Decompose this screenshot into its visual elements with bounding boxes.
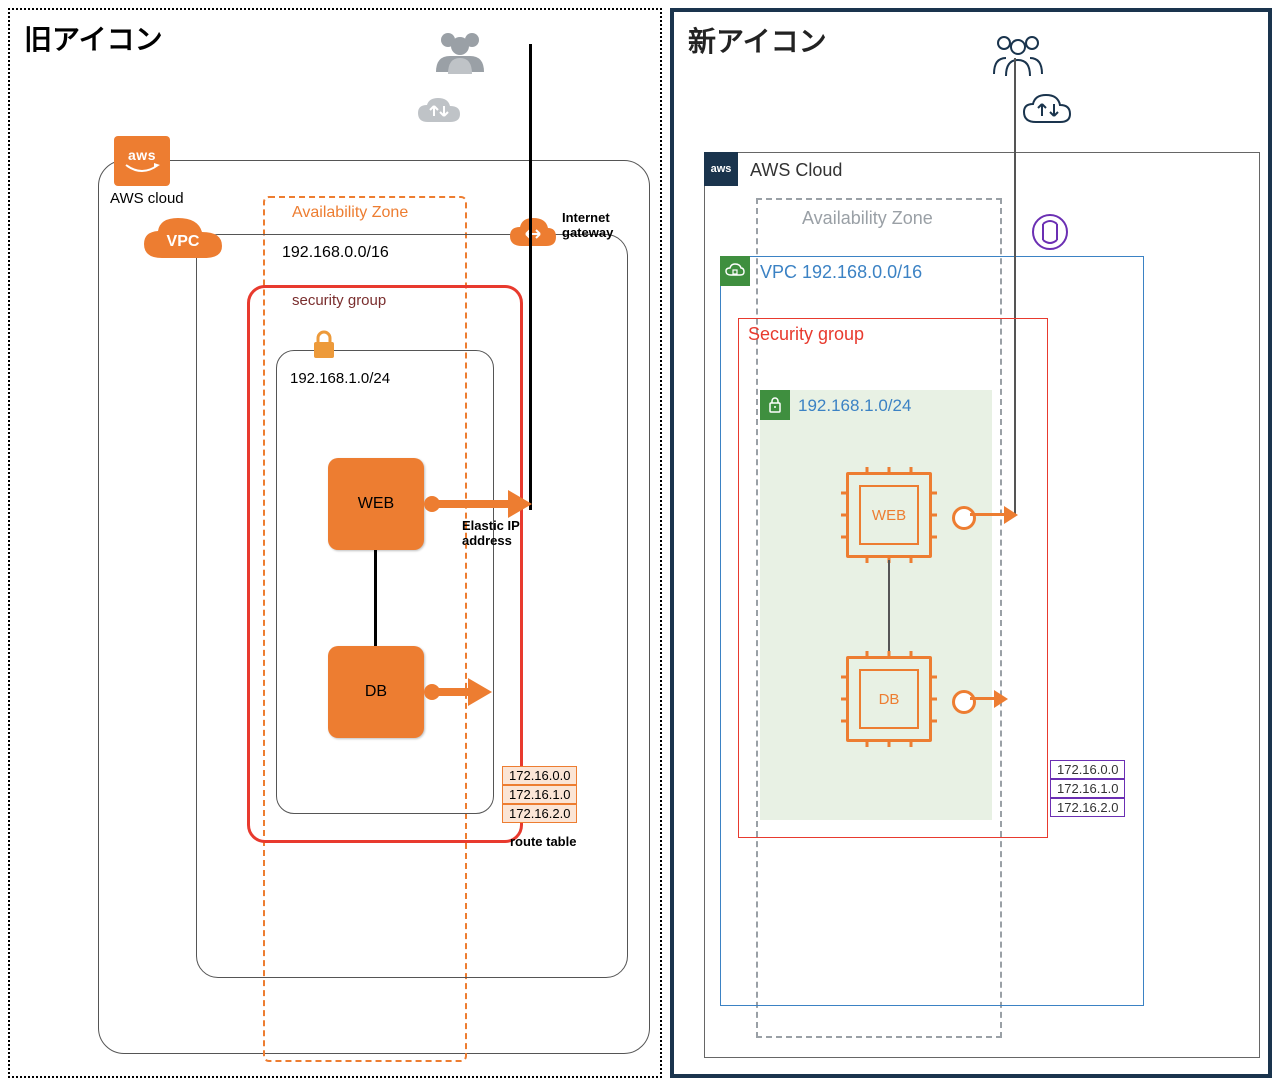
web-node-label: WEB (358, 495, 394, 513)
route-entry: 172.16.0.0 (1050, 760, 1125, 779)
route-table-label: route table (510, 834, 576, 849)
cloud-transfer-icon (414, 96, 464, 132)
availability-zone-label: Availability Zone (802, 208, 933, 229)
route-entry: 172.16.1.0 (502, 785, 577, 804)
chip-tabs-icon (837, 463, 941, 567)
db-node: DB (328, 646, 424, 738)
eip-arrow-web-shaft (970, 513, 1006, 516)
db-node-label: DB (365, 683, 387, 701)
subnet-cidr-label: 192.168.1.0/24 (290, 370, 390, 387)
route-table: 172.16.0.0 172.16.1.0 172.16.2.0 (502, 766, 577, 823)
route-entry: 172.16.2.0 (502, 804, 577, 823)
internet-gateway-icon (508, 216, 558, 254)
aws-badge-icon: aws (704, 152, 738, 186)
subnet-box (276, 350, 494, 814)
route-table: 172.16.0.0 172.16.1.0 172.16.2.0 (1050, 760, 1125, 817)
aws-cloud-label: AWS Cloud (750, 160, 842, 181)
title-new: 新アイコン (688, 20, 827, 60)
eip-arrow-db-head (994, 690, 1008, 708)
security-group-label: Security group (748, 324, 864, 345)
aws-cloud-label: AWS cloud (110, 190, 184, 207)
eip-dot-db (952, 690, 976, 714)
vpc-label: VPC 192.168.0.0/16 (760, 262, 922, 283)
eip-arrow-web-shaft (438, 500, 512, 508)
conn-users-eip (529, 44, 532, 510)
chip-tabs-icon (837, 647, 941, 751)
route-entry: 172.16.1.0 (1050, 779, 1125, 798)
users-icon (430, 28, 490, 78)
vpc-badge-icon (720, 256, 750, 286)
route-entry: 172.16.2.0 (1050, 798, 1125, 817)
eip-arrow-db-shaft (438, 688, 472, 696)
aws-badge-text: aws (711, 163, 732, 175)
cloud-transfer-icon (1020, 92, 1074, 130)
vpc-badge-text: VPC (167, 233, 200, 250)
availability-zone-label: Availability Zone (292, 204, 408, 222)
vpc-cidr-label: 192.168.0.0/16 (282, 244, 389, 262)
users-icon (988, 32, 1048, 78)
eip-label: Elastic IP address (462, 518, 520, 548)
eip-arrow-db-shaft (970, 697, 996, 700)
eip-arrow-db-head (468, 678, 492, 706)
subnet-box (760, 390, 992, 820)
panel-old-icons: 旧アイコン aws AWS cloud Availability Zone (8, 8, 662, 1078)
route-entry: 172.16.0.0 (502, 766, 577, 785)
title-old: 旧アイコン (24, 18, 163, 58)
aws-badge-text: aws (128, 147, 156, 163)
subnet-badge-icon (760, 390, 790, 420)
conn-web-db (888, 560, 890, 658)
web-node: WEB (328, 458, 424, 550)
conn-web-db (374, 550, 377, 646)
eip-arrow-web-head (1004, 506, 1018, 524)
eip-arrow-web-head (508, 490, 532, 518)
vpc-cloud-icon: VPC (140, 214, 226, 270)
aws-badge-icon: aws (114, 136, 170, 186)
internet-gateway-label: Internet gateway (562, 210, 613, 240)
panel-new-icons: 新アイコン aws AWS Cloud Availability Zone (670, 8, 1272, 1078)
subnet-cidr-label: 192.168.1.0/24 (798, 396, 911, 416)
internet-gateway-icon (1030, 212, 1070, 252)
eip-dot-web (952, 506, 976, 530)
security-group-label: security group (292, 292, 386, 309)
lock-icon (310, 330, 338, 360)
